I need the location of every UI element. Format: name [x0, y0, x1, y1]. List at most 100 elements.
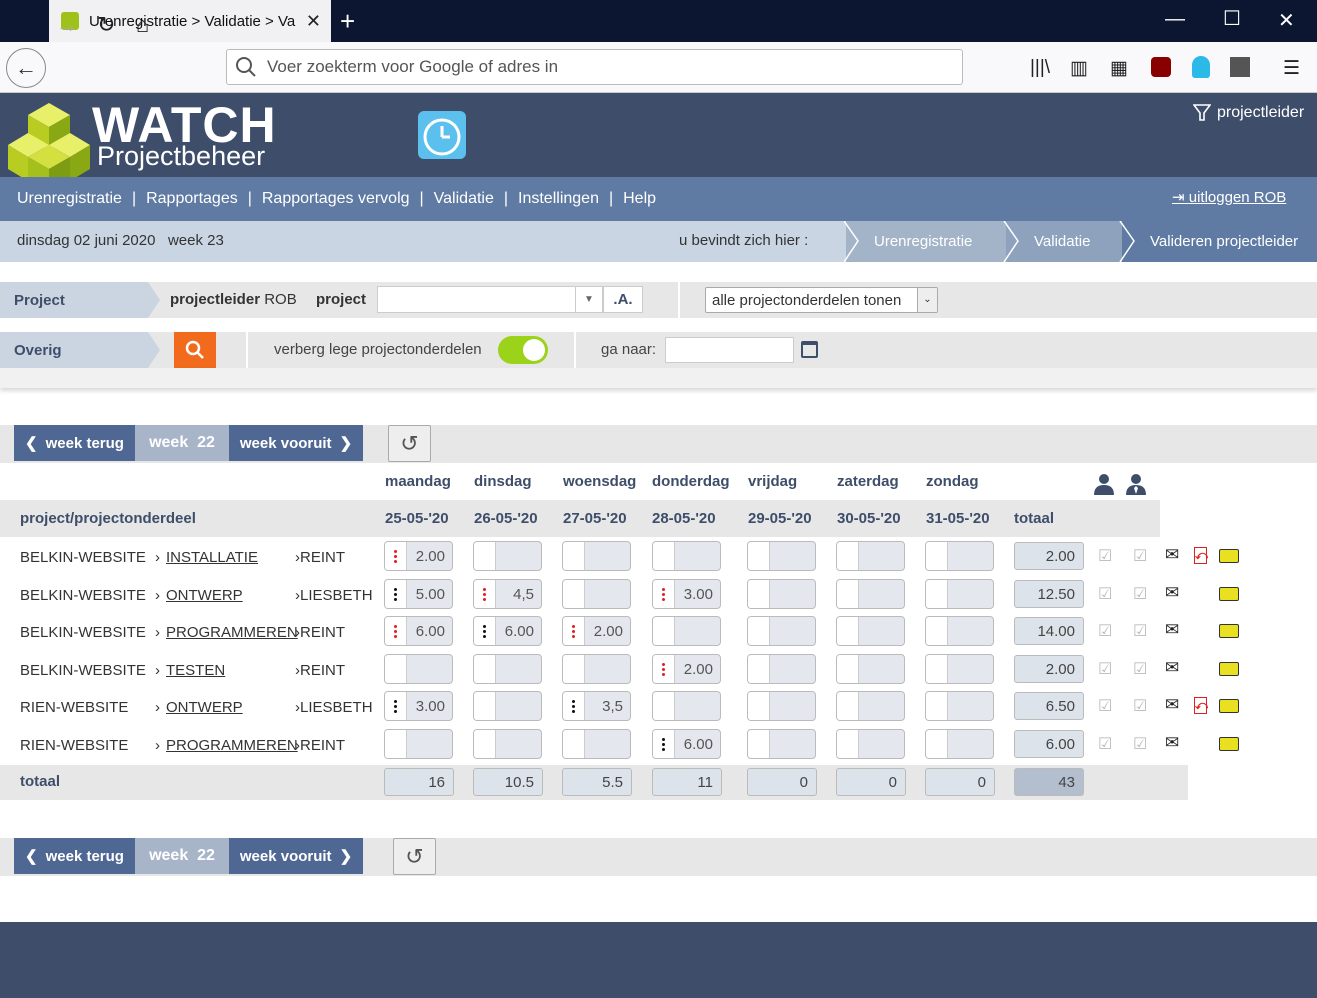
- a-button[interactable]: .A.: [603, 286, 643, 313]
- reset-button[interactable]: ↺: [393, 838, 436, 875]
- approve-checkbox-icon[interactable]: ☑: [1133, 546, 1147, 566]
- approve-checkbox-icon[interactable]: ☑: [1133, 584, 1147, 604]
- hour-cell[interactable]: [473, 541, 542, 571]
- hour-cell[interactable]: [384, 729, 453, 759]
- hour-cell[interactable]: 4,5: [473, 579, 542, 609]
- sidebar-icon[interactable]: ▥: [1070, 57, 1088, 80]
- hour-cell[interactable]: [747, 654, 816, 684]
- role-filter[interactable]: projectleider: [1193, 104, 1304, 122]
- kebab-menu-icon[interactable]: [653, 730, 675, 758]
- label-tag-icon[interactable]: [1219, 699, 1239, 713]
- hour-cell[interactable]: 5.00: [384, 579, 453, 609]
- label-tag-icon[interactable]: [1219, 662, 1239, 676]
- hour-cell[interactable]: [562, 654, 631, 684]
- mail-icon[interactable]: ✉: [1165, 658, 1179, 678]
- hour-cell[interactable]: 6.00: [384, 616, 453, 646]
- kebab-menu-icon[interactable]: [653, 655, 675, 683]
- validate-checkbox-icon[interactable]: ☑: [1098, 621, 1112, 641]
- calendar-icon[interactable]: [801, 341, 818, 358]
- kebab-menu-icon[interactable]: [653, 580, 675, 608]
- hour-cell[interactable]: 2.00: [562, 616, 631, 646]
- kebab-menu-icon[interactable]: [385, 542, 407, 570]
- pdf-icon[interactable]: ⤺: [1194, 547, 1208, 564]
- forward-icon[interactable]: →: [56, 12, 78, 38]
- row-projectonderdeel-link[interactable]: ONTWERP: [166, 587, 243, 604]
- hour-cell[interactable]: [747, 541, 816, 571]
- kebab-menu-icon[interactable]: [563, 692, 585, 720]
- kebab-menu-icon[interactable]: [563, 617, 585, 645]
- row-projectonderdeel-link[interactable]: INSTALLATIE: [166, 549, 258, 566]
- hour-cell[interactable]: [747, 691, 816, 721]
- mail-icon[interactable]: ✉: [1165, 695, 1179, 715]
- kebab-menu-icon[interactable]: [385, 692, 407, 720]
- mail-icon[interactable]: ✉: [1165, 583, 1179, 603]
- hour-cell[interactable]: [562, 729, 631, 759]
- row-projectonderdeel-link[interactable]: PROGRAMMEREN: [166, 737, 298, 754]
- hour-cell[interactable]: [925, 654, 994, 684]
- project-combobox[interactable]: ▼: [377, 286, 603, 313]
- hour-cell[interactable]: [925, 579, 994, 609]
- menu-item-rapportages[interactable]: Rapportages: [146, 190, 238, 208]
- window-close-icon[interactable]: ✕: [1278, 8, 1295, 33]
- hour-cell[interactable]: [836, 579, 905, 609]
- row-projectonderdeel-link[interactable]: TESTEN: [166, 662, 225, 679]
- label-tag-icon[interactable]: [1219, 587, 1239, 601]
- week-forward-button[interactable]: week vooruit ❯: [229, 425, 363, 461]
- hour-cell[interactable]: [925, 729, 994, 759]
- hour-cell[interactable]: 3.00: [652, 579, 721, 609]
- ublock-icon[interactable]: [1151, 57, 1171, 77]
- hour-cell[interactable]: [836, 616, 905, 646]
- goto-date-input[interactable]: [665, 337, 794, 363]
- menu-item-help[interactable]: Help: [623, 190, 656, 208]
- menu-item-urenregistratie[interactable]: Urenregistratie: [17, 190, 122, 208]
- hour-cell[interactable]: [652, 541, 721, 571]
- kebab-menu-icon[interactable]: [474, 617, 496, 645]
- pdf-icon[interactable]: ⤺: [1194, 697, 1208, 714]
- hide-empty-toggle[interactable]: [498, 336, 548, 364]
- hour-cell[interactable]: 6.00: [473, 616, 542, 646]
- kebab-menu-icon[interactable]: [385, 580, 407, 608]
- approve-checkbox-icon[interactable]: ☑: [1133, 734, 1147, 754]
- mail-icon[interactable]: ✉: [1165, 620, 1179, 640]
- hour-cell[interactable]: 3,5: [562, 691, 631, 721]
- row-projectonderdeel-link[interactable]: PROGRAMMEREN: [166, 624, 298, 641]
- home-icon[interactable]: ⌂: [136, 12, 149, 38]
- hour-cell[interactable]: 2.00: [384, 541, 453, 571]
- menu-item-rapportages-vervolg[interactable]: Rapportages vervolg: [262, 190, 410, 208]
- approve-checkbox-icon[interactable]: ☑: [1133, 659, 1147, 679]
- extension-icon[interactable]: [1230, 57, 1250, 77]
- hour-cell[interactable]: [747, 579, 816, 609]
- label-tag-icon[interactable]: [1219, 549, 1239, 563]
- hour-cell[interactable]: [925, 691, 994, 721]
- validate-checkbox-icon[interactable]: ☑: [1098, 659, 1112, 679]
- clock-icon[interactable]: [418, 111, 466, 159]
- week-back-button[interactable]: ❮ week terug: [14, 425, 135, 461]
- validate-checkbox-icon[interactable]: ☑: [1098, 546, 1112, 566]
- hour-cell[interactable]: 2.00: [652, 654, 721, 684]
- qr-icon[interactable]: ▦: [1110, 57, 1128, 80]
- hour-cell[interactable]: [652, 616, 721, 646]
- library-icon[interactable]: |||\: [1030, 57, 1050, 79]
- validate-checkbox-icon[interactable]: ☑: [1098, 734, 1112, 754]
- hour-cell[interactable]: [562, 541, 631, 571]
- address-bar[interactable]: Voer zoekterm voor Google of adres in: [226, 49, 963, 85]
- hour-cell[interactable]: [836, 729, 905, 759]
- week-back-button[interactable]: ❮ week terug: [14, 838, 135, 874]
- hour-cell[interactable]: [925, 541, 994, 571]
- label-tag-icon[interactable]: [1219, 624, 1239, 638]
- hour-cell[interactable]: [473, 654, 542, 684]
- hour-cell[interactable]: [836, 691, 905, 721]
- reload-icon[interactable]: ↻: [97, 12, 115, 38]
- row-projectonderdeel-link[interactable]: ONTWERP: [166, 699, 243, 716]
- logout-link[interactable]: ⇥ uitloggen ROB: [1172, 188, 1286, 206]
- hour-cell[interactable]: [562, 579, 631, 609]
- validate-checkbox-icon[interactable]: ☑: [1098, 584, 1112, 604]
- browser-tab[interactable]: Urenregistratie > Validatie > Va ✕: [49, 0, 331, 42]
- chevron-down-icon[interactable]: ▼: [575, 287, 602, 312]
- kebab-menu-icon[interactable]: [474, 580, 496, 608]
- mail-icon[interactable]: ✉: [1165, 545, 1179, 565]
- projectonderdelen-select[interactable]: alle projectonderdelen tonen ⌄: [705, 287, 938, 313]
- menu-item-validatie[interactable]: Validatie: [434, 190, 494, 208]
- search-button[interactable]: [174, 332, 216, 368]
- maximize-icon[interactable]: ☐: [1223, 6, 1241, 31]
